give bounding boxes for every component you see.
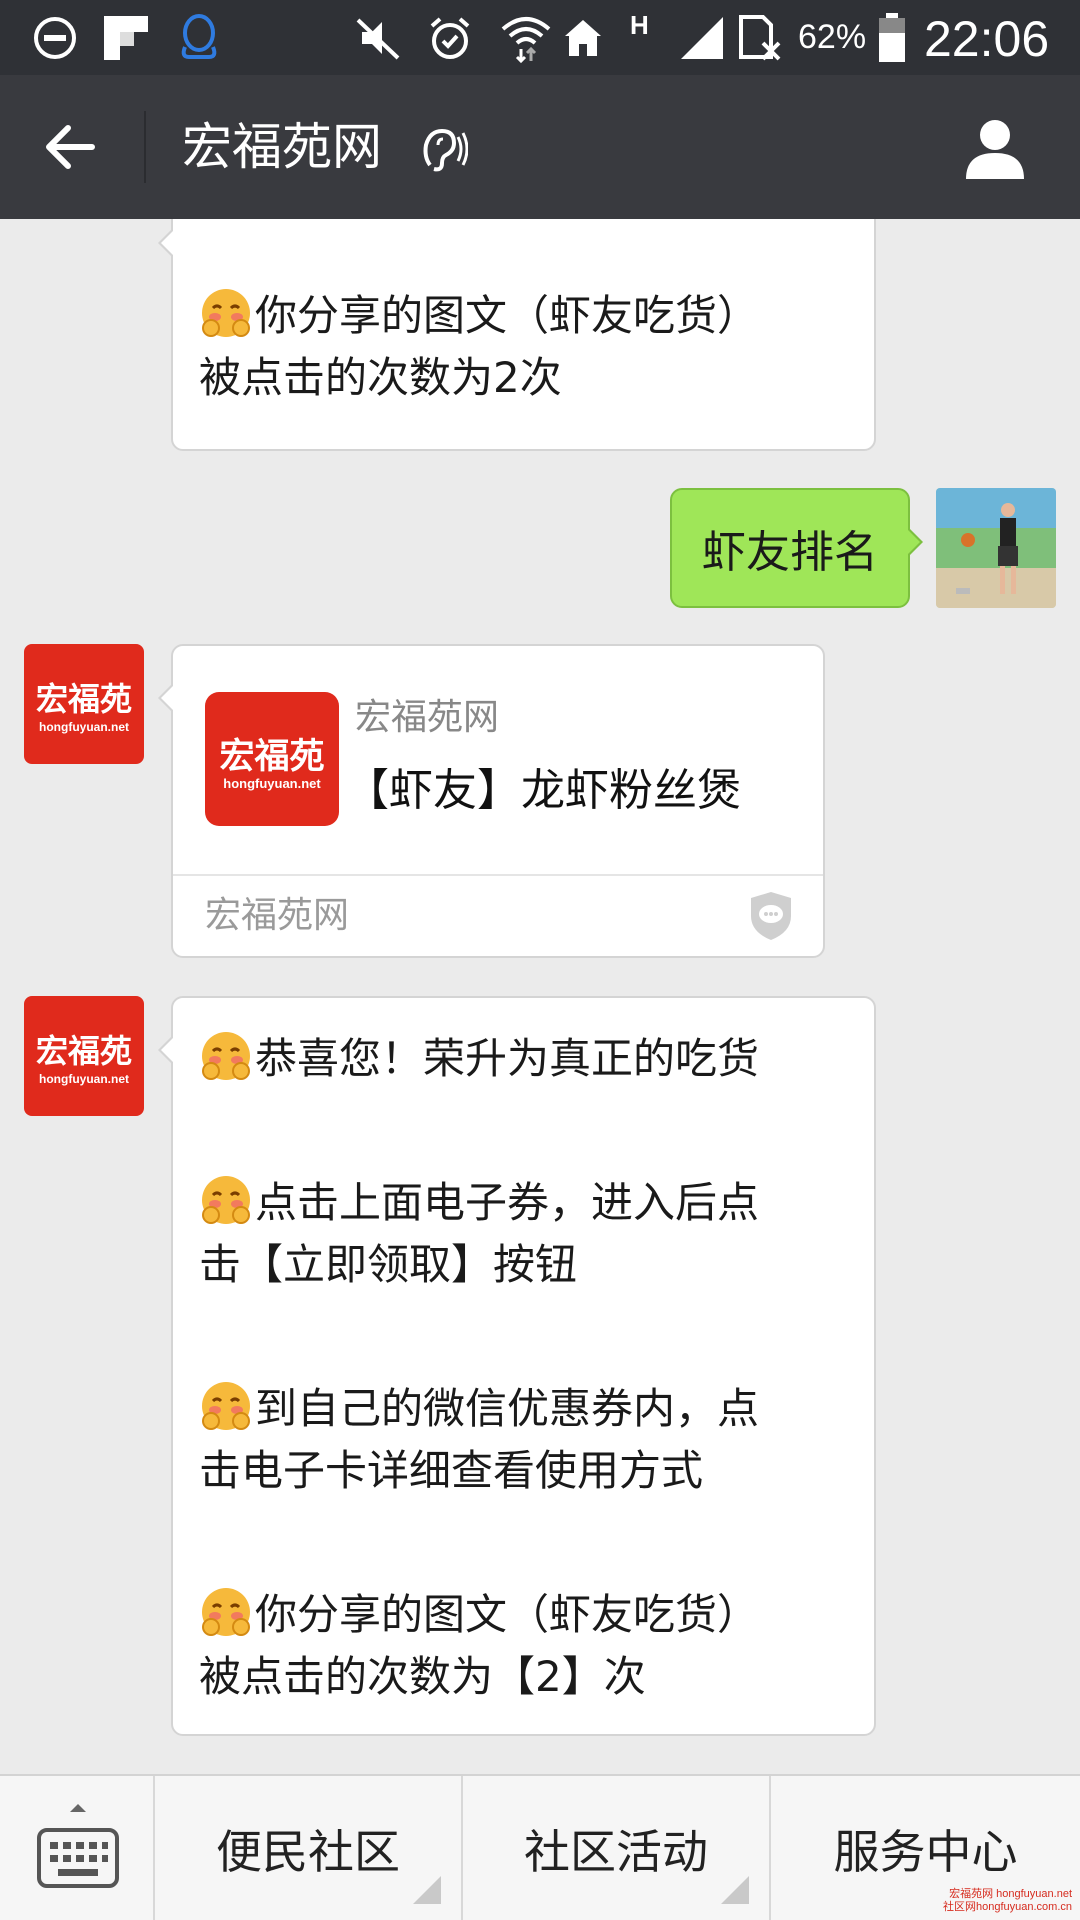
menu-item-label: 社区活动 — [524, 1825, 708, 1879]
message-line: 到自己的微信优惠券内，点 — [255, 1384, 760, 1433]
menu-item-label: 便民社区 — [216, 1825, 400, 1879]
battery-percent: 62% — [798, 18, 867, 56]
sent-message-text: 虾友排名 — [702, 527, 878, 578]
user-icon[interactable] — [962, 115, 1028, 181]
menu-item-label: 服务中心 — [833, 1825, 1018, 1879]
shy-face-icon — [199, 1173, 253, 1227]
message-line: 被点击的次数为【2】次 — [199, 1652, 646, 1701]
sent-message-bubble[interactable]: 虾友排名 — [670, 488, 923, 608]
menu-item-community-events[interactable]: 社区活动 — [463, 1776, 771, 1920]
card-thumbnail: 宏福苑 hongfuyuan.net — [205, 692, 339, 826]
logo-domain: hongfuyuan.net — [39, 720, 129, 734]
no-sim-icon — [732, 12, 784, 64]
shy-face-icon — [199, 1585, 253, 1639]
card-divider — [173, 874, 823, 876]
card-headline: 【虾友】龙虾粉丝煲 — [345, 765, 741, 816]
logo-text: 宏福苑 — [219, 736, 325, 777]
message-line: 你分享的图文（虾友吃货） — [255, 1590, 760, 1639]
chat-area[interactable]: 你分享的图文（虾友吃货） 被点击的次数为2次 虾友排名 宏福苑 hongfuyu… — [0, 219, 1080, 1774]
submenu-indicator-icon — [721, 1876, 749, 1904]
card-source: 宏福苑网 — [205, 895, 350, 936]
home-icon — [558, 12, 608, 64]
wifi-icon — [498, 12, 554, 64]
ear-icon — [420, 127, 469, 173]
message-line: 被点击的次数为2次 — [199, 353, 562, 402]
official-account-avatar[interactable]: 宏福苑 hongfuyuan.net — [24, 644, 144, 764]
logo-text: 宏福苑 — [35, 1032, 132, 1070]
card-title: 宏福苑网 — [355, 697, 500, 738]
bottom-menu-bar: 便民社区 社区活动 服务中心 宏福苑网 hongfuyuan.net 社区网ho… — [0, 1774, 1080, 1920]
signal-icon — [676, 12, 728, 64]
battery-icon — [876, 12, 908, 64]
logo-text: 宏福苑 — [35, 680, 132, 718]
alarm-icon — [424, 12, 476, 64]
message-text: 恭喜您！荣升为真正的吃货 点击上面电子券，进入后点 击【立即领取】按钮 到自己的… — [199, 1028, 759, 1708]
message-line: 恭喜您！荣升为真正的吃货 — [255, 1034, 760, 1083]
message-line: 击【立即领取】按钮 — [199, 1240, 578, 1289]
minus-circle-icon — [30, 12, 80, 64]
arrow-left-icon[interactable] — [40, 117, 100, 177]
user-avatar[interactable] — [936, 488, 1056, 608]
shy-face-icon — [199, 1379, 253, 1433]
shy-face-icon — [199, 1029, 253, 1083]
clock: 22:06 — [924, 11, 1050, 67]
message-text: 你分享的图文（虾友吃货） 被点击的次数为2次 — [199, 285, 759, 409]
network-type: H — [630, 10, 649, 40]
submenu-indicator-icon — [413, 1876, 441, 1904]
article-card[interactable]: 宏福苑 hongfuyuan.net 宏福苑网 【虾友】龙虾粉丝煲 宏福苑网 — [158, 644, 825, 958]
message-line: 你分享的图文（虾友吃货） — [255, 291, 760, 340]
mute-icon — [352, 12, 404, 64]
message-line: 点击上面电子券，进入后点 — [255, 1178, 760, 1227]
shy-face-icon — [199, 286, 253, 340]
logo-domain: hongfuyuan.net — [223, 776, 321, 791]
page-title: 宏福苑网 — [182, 118, 382, 176]
logo-domain: hongfuyuan.net — [39, 1072, 129, 1086]
qq-icon — [174, 12, 224, 64]
official-account-avatar[interactable]: 宏福苑 hongfuyuan.net — [24, 996, 144, 1116]
shield-chat-icon — [747, 890, 795, 942]
message-bubble[interactable]: 恭喜您！荣升为真正的吃货 点击上面电子券，进入后点 击【立即领取】按钮 到自己的… — [158, 996, 876, 1736]
menu-item-community-services[interactable]: 便民社区 — [155, 1776, 463, 1920]
watermark: 宏福苑网 hongfuyuan.net 社区网hongfuyuan.com.cn — [943, 1888, 1072, 1914]
keyboard-toggle-button[interactable] — [0, 1776, 155, 1920]
message-line: 击电子卡详细查看使用方式 — [199, 1446, 704, 1495]
status-bar: H 62% 22:06 — [0, 0, 1080, 75]
keyboard-icon — [37, 1804, 119, 1888]
watermark-line: 社区网hongfuyuan.com.cn — [942, 1901, 1072, 1913]
message-bubble[interactable]: 你分享的图文（虾友吃货） 被点击的次数为2次 — [158, 219, 876, 451]
nav-divider — [144, 111, 146, 183]
watermark-line: 宏福苑网 hongfuyuan.net — [949, 1888, 1072, 1900]
top-nav-bar: 宏福苑网 — [0, 75, 1080, 219]
flipboard-icon — [100, 12, 152, 64]
